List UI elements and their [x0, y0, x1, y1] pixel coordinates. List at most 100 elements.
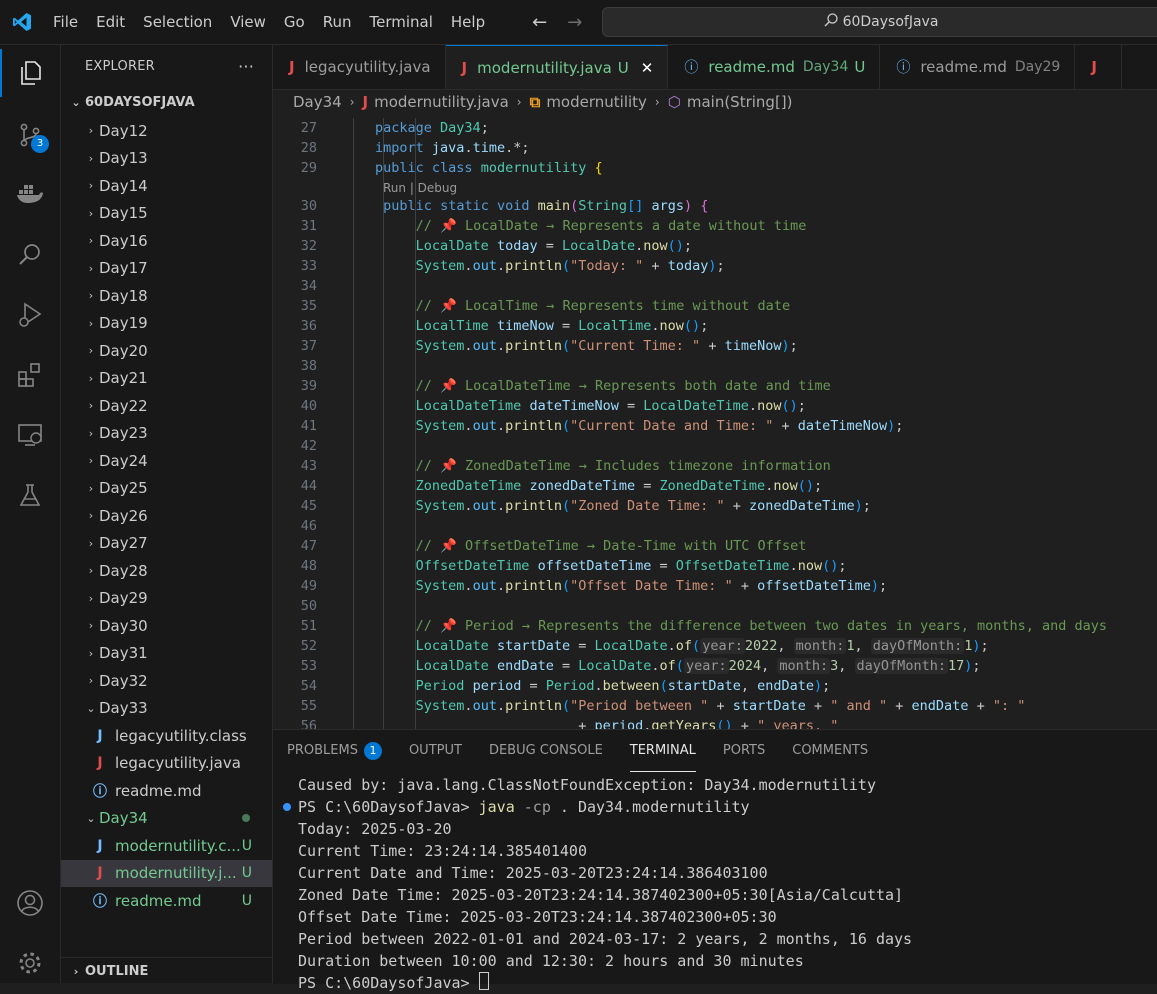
chevron-right-icon: › [88, 179, 94, 193]
code-line: 47 // 📌 OffsetDateTime → Date-Time with … [273, 536, 1157, 556]
file-item[interactable]: ⓘ readme.md U [61, 887, 272, 915]
tab-modernutility-java[interactable]: Jmodernutility.java U ✕ [445, 45, 669, 89]
search-icon[interactable] [0, 231, 60, 279]
breadcrumb-item[interactable]: Day34 [293, 93, 342, 111]
file-item[interactable]: Jlegacyutility.java [61, 750, 272, 778]
section-outline[interactable]: › OUTLINE [61, 957, 272, 983]
folder-day12[interactable]: › Day12 [61, 117, 272, 145]
folder-day17[interactable]: › Day17 [61, 255, 272, 283]
menu-bar: File Edit Selection View Go Run Terminal Help [44, 7, 494, 37]
folder-day31[interactable]: › Day31 [61, 640, 272, 668]
folder-day28[interactable]: › Day28 [61, 557, 272, 585]
folder-day19[interactable]: › Day19 [61, 310, 272, 338]
menu-edit[interactable]: Edit [87, 7, 134, 37]
code-editor[interactable]: 27 package Day34; 28 import java.time.*; 29 p… [273, 118, 1157, 729]
explorer-icon[interactable] [0, 49, 60, 97]
folder-day22[interactable]: › Day22 [61, 392, 272, 420]
folder-day14[interactable]: › Day14 [61, 172, 272, 200]
folder-label: Day24 [99, 451, 148, 470]
folder-day33[interactable]: ⌄ Day33 [61, 695, 272, 723]
menu-terminal[interactable]: Terminal [361, 7, 442, 37]
menu-selection[interactable]: Selection [134, 7, 221, 37]
folder-day27[interactable]: › Day27 [61, 530, 272, 558]
code-text: package Day34; [375, 120, 489, 136]
code-text: OffsetDateTime offsetDateTime = OffsetDa… [415, 558, 847, 574]
tab-readme-md[interactable]: ⓘ readme.md Day34 U [668, 45, 881, 89]
panel-tab-problems[interactable]: PROBLEMS 1 [287, 730, 382, 772]
terminal[interactable]: Caused by: java.lang.ClassNotFoundExcept… [273, 774, 1157, 992]
testing-flask-icon[interactable] [0, 471, 60, 519]
folder-day24[interactable]: › Day24 [61, 447, 272, 475]
code-line: 53 LocalDate endDate = LocalDate.of(year… [273, 656, 1157, 676]
git-status-untracked: U [617, 58, 629, 77]
panel-tab-terminal[interactable]: TERMINAL [629, 730, 696, 772]
menu-run[interactable]: Run [314, 7, 361, 37]
source-control-icon[interactable]: 3 [0, 111, 60, 159]
folder-day18[interactable]: › Day18 [61, 282, 272, 310]
line-number: 29 [300, 160, 317, 176]
more-actions-icon[interactable]: ··· [238, 57, 254, 76]
menu-view[interactable]: View [221, 7, 275, 37]
extensions-icon[interactable] [0, 351, 60, 399]
tab-readme-md[interactable]: ⓘ readme.md Day29 [880, 45, 1076, 89]
folder-day21[interactable]: › Day21 [61, 365, 272, 393]
panel-tab-debug-console[interactable]: DEBUG CONSOLE [489, 730, 603, 772]
chevron-down-icon: ⌄ [71, 95, 81, 109]
menu-go[interactable]: Go [275, 7, 314, 37]
folder-day29[interactable]: › Day29 [61, 585, 272, 613]
menu-help[interactable]: Help [442, 7, 494, 37]
breadcrumb-separator-icon: › [349, 95, 355, 109]
file-item[interactable]: ⓘ readme.md [61, 777, 272, 805]
info-icon: ⓘ [93, 893, 107, 910]
back-arrow-icon[interactable]: ← [522, 12, 557, 33]
panel-tab-comments[interactable]: COMMENTS [792, 730, 868, 772]
docker-icon[interactable] [0, 169, 60, 217]
code-text: LocalDate endDate = LocalDate.of(year: 20… [415, 658, 981, 674]
breadcrumb-item[interactable]: modernutility.java [374, 93, 509, 111]
line-number: 45 [300, 498, 317, 514]
code-text: // 📌 OffsetDateTime → Date-Time with UTC… [415, 538, 807, 554]
folder-day15[interactable]: › Day15 [61, 200, 272, 228]
info-icon: ⓘ [684, 60, 699, 76]
forward-arrow-icon[interactable]: → [557, 12, 592, 33]
breadcrumb-item[interactable]: modernutility [546, 93, 647, 111]
file-item[interactable]: Jmodernutility.c... U [61, 832, 272, 860]
menu-file[interactable]: File [44, 7, 87, 37]
terminal-final-prompt: PS C:\60DaysofJava> [298, 972, 489, 994]
folder-day20[interactable]: › Day20 [61, 337, 272, 365]
folder-day25[interactable]: › Day25 [61, 475, 272, 503]
file-tree: › Day12 › Day13 › Day14 › Day15 › Day16 › Day17 › Day… [61, 117, 272, 915]
line-number: 48 [300, 558, 317, 574]
command-center-search[interactable]: 60DaysofJava [602, 7, 1157, 37]
line-number: 53 [300, 658, 317, 674]
folder-label: Day25 [99, 479, 148, 498]
editor-tabs: Jlegacyutility.java Jmodernutility.java U ✕… [273, 45, 1157, 90]
breadcrumb-item[interactable]: main(String[]) [687, 93, 793, 111]
method-icon: ⬡ [667, 93, 681, 111]
folder-label: Day30 [99, 616, 148, 635]
panel-tab-ports[interactable]: PORTS [723, 730, 765, 772]
workspace-root[interactable]: ⌄ 60DAYSOFJAVA [61, 87, 272, 117]
folder-day32[interactable]: › Day32 [61, 667, 272, 695]
tab-legacyutility-java[interactable]: Jlegacyutility.java [273, 45, 446, 89]
panel-tab-output[interactable]: OUTPUT [409, 730, 462, 772]
tab-overflow[interactable]: J [1075, 45, 1122, 89]
accounts-icon[interactable] [0, 879, 60, 927]
close-icon[interactable]: ✕ [641, 59, 654, 77]
folder-day30[interactable]: › Day30 [61, 612, 272, 640]
folder-label: Day22 [99, 396, 148, 415]
line-number: 56 [300, 718, 317, 729]
code-lens-run-debug[interactable]: Run | Debug [383, 178, 457, 198]
run-debug-icon[interactable] [0, 291, 60, 339]
remote-explorer-icon[interactable] [0, 411, 60, 459]
folder-day13[interactable]: › Day13 [61, 145, 272, 173]
file-item[interactable]: Jlegacyutility.class [61, 722, 272, 750]
folder-label: Day27 [99, 534, 148, 553]
folder-day23[interactable]: › Day23 [61, 420, 272, 448]
folder-day26[interactable]: › Day26 [61, 502, 272, 530]
folder-day16[interactable]: › Day16 [61, 227, 272, 255]
breadcrumb: Day34 › Jmodernutility.java › ⧉ modernutility… [273, 90, 1157, 114]
folder-day34[interactable]: ⌄ Day34 [61, 805, 272, 833]
file-item[interactable]: Jmodernutility.j... U [61, 859, 272, 887]
settings-gear-icon[interactable] [0, 939, 60, 987]
